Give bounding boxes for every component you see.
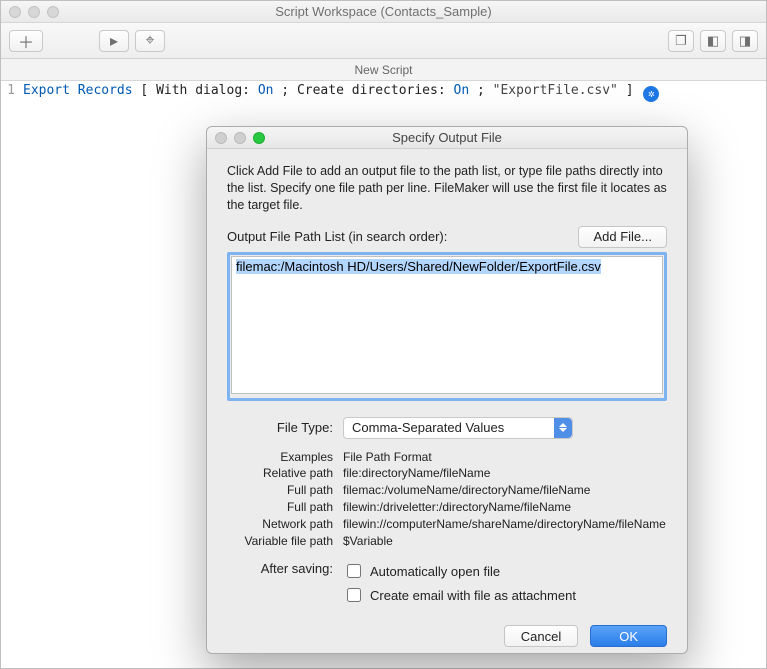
output-file-path-textarea[interactable]	[231, 256, 663, 394]
after-saving-label: After saving:	[227, 561, 343, 609]
script-step-name: Export Records	[23, 83, 133, 98]
with-dialog-value: On	[258, 83, 274, 98]
dialog-title: Specify Output File	[392, 130, 502, 145]
examples-header-label: Examples	[227, 449, 343, 466]
dialog-minimize-icon[interactable]	[234, 132, 246, 144]
dialog-traffic-lights[interactable]	[215, 132, 265, 144]
network-path-value: filewin://computerName/shareName/directo…	[343, 516, 666, 533]
with-dialog-label: With dialog:	[156, 83, 250, 98]
add-file-button[interactable]: Add File...	[578, 226, 667, 248]
window-title: Script Workspace (Contacts_Sample)	[275, 4, 492, 19]
dialog-close-icon[interactable]	[215, 132, 227, 144]
file-type-label: File Type:	[227, 420, 343, 435]
new-script-button[interactable]: ＋	[9, 30, 43, 52]
script-editor[interactable]: 1 Export Records [ With dialog: On ; Cre…	[1, 81, 766, 104]
relative-path-label: Relative path	[227, 465, 343, 482]
create-directories-value: On	[454, 83, 470, 98]
variable-path-value: $Variable	[343, 533, 393, 550]
variable-path-label: Variable file path	[227, 533, 343, 550]
zoom-icon[interactable]	[47, 6, 59, 18]
panel-toggle-right-button[interactable]: ◨	[732, 30, 758, 52]
relative-path-value: file:directoryName/fileName	[343, 465, 490, 482]
workspace-toolbar: ＋ ▸ ⌖ ❐ ◧ ◨	[1, 23, 766, 59]
minimize-icon[interactable]	[28, 6, 40, 18]
script-step-line[interactable]: Export Records [ With dialog: On ; Creat…	[23, 83, 659, 102]
step-options-gear-icon[interactable]: ✲	[643, 86, 659, 102]
file-type-select[interactable]: Comma-Separated Values	[343, 417, 573, 439]
create-email-label: Create email with file as attachment	[370, 588, 576, 603]
full-path-mac-value: filemac:/volumeName/directoryName/fileNa…	[343, 482, 590, 499]
output-path-list-label: Output File Path List (in search order):	[227, 229, 447, 244]
dialog-titlebar: Specify Output File	[207, 127, 687, 149]
create-email-row[interactable]: Create email with file as attachment	[343, 585, 576, 605]
specify-output-file-dialog: Specify Output File Click Add File to ad…	[206, 126, 688, 654]
select-arrows-icon	[554, 418, 572, 438]
full-path-win-value: filewin:/driveletter:/directoryName/file…	[343, 499, 571, 516]
path-list-focus-ring	[227, 252, 667, 401]
auto-open-checkbox[interactable]	[347, 564, 361, 578]
path-examples: Examples File Path Format Relative path …	[227, 449, 667, 550]
create-directories-label: Create directories:	[297, 83, 446, 98]
ok-button[interactable]: OK	[590, 625, 667, 647]
main-traffic-lights[interactable]	[9, 6, 59, 18]
examples-header-value: File Path Format	[343, 449, 432, 466]
file-type-value: Comma-Separated Values	[352, 420, 504, 435]
auto-open-label: Automatically open file	[370, 564, 500, 579]
run-script-button[interactable]: ▸	[99, 30, 129, 52]
debug-script-button[interactable]: ⌖	[135, 30, 165, 52]
network-path-label: Network path	[227, 516, 343, 533]
script-workspace-window: Script Workspace (Contacts_Sample) ＋ ▸ ⌖…	[0, 0, 767, 669]
auto-open-row[interactable]: Automatically open file	[343, 561, 576, 581]
dialog-instructions: Click Add File to add an output file to …	[227, 163, 667, 214]
script-tab-strip: New Script	[1, 59, 766, 81]
export-filename: "ExportFile.csv"	[493, 83, 618, 98]
panel-toggle-left-button[interactable]: ◧	[700, 30, 726, 52]
line-number: 1	[7, 83, 23, 102]
close-icon[interactable]	[9, 6, 21, 18]
dialog-zoom-icon[interactable]	[253, 132, 265, 144]
main-titlebar: Script Workspace (Contacts_Sample)	[1, 1, 766, 23]
create-email-checkbox[interactable]	[347, 588, 361, 602]
full-path-win-label: Full path	[227, 499, 343, 516]
cancel-button[interactable]: Cancel	[504, 625, 578, 647]
copy-view-button[interactable]: ❐	[668, 30, 694, 52]
script-tab[interactable]: New Script	[354, 63, 412, 77]
full-path-mac-label: Full path	[227, 482, 343, 499]
